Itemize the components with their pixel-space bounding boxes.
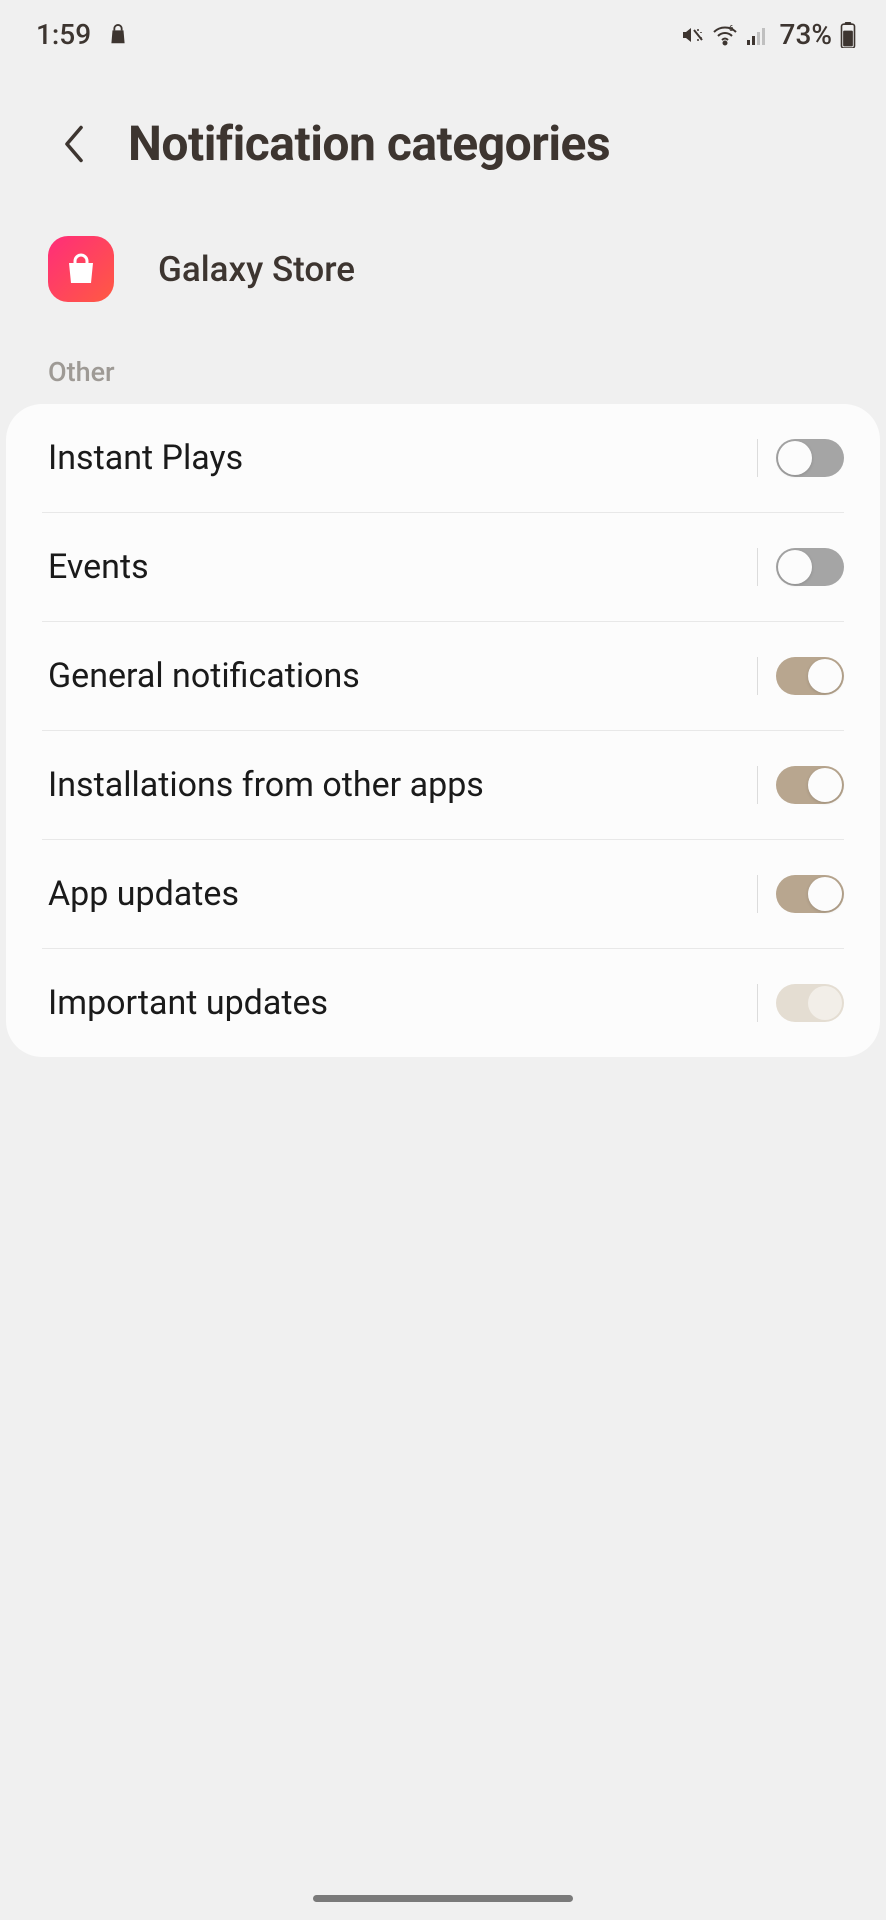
row-label: Important updates	[48, 983, 328, 1023]
svg-text:6: 6	[729, 24, 734, 33]
row-label: Events	[48, 547, 149, 587]
toggle-installations-other-apps[interactable]	[776, 766, 844, 804]
chevron-left-icon	[60, 124, 88, 164]
galaxy-store-icon	[48, 236, 114, 302]
status-bar: 1:59 6	[0, 0, 886, 65]
toggle-events[interactable]	[776, 548, 844, 586]
vertical-separator	[757, 875, 758, 913]
list-item[interactable]: General notifications	[6, 622, 880, 730]
home-indicator[interactable]	[313, 1895, 573, 1902]
bag-icon	[107, 23, 129, 47]
list-item[interactable]: Installations from other apps	[6, 731, 880, 839]
page-header: Notification categories	[0, 65, 886, 202]
battery-icon	[840, 22, 856, 48]
status-time: 1:59	[36, 18, 91, 51]
row-label: Instant Plays	[48, 438, 243, 478]
back-button[interactable]	[56, 126, 92, 162]
vertical-separator	[757, 984, 758, 1022]
toggle-general-notifications[interactable]	[776, 657, 844, 695]
vertical-separator	[757, 548, 758, 586]
page-title: Notification categories	[128, 115, 610, 172]
vertical-separator	[757, 657, 758, 695]
app-row[interactable]: Galaxy Store	[0, 202, 886, 332]
status-right: 6 73%	[680, 18, 856, 51]
row-label: General notifications	[48, 656, 360, 696]
battery-percentage: 73%	[780, 18, 832, 51]
vertical-separator	[757, 766, 758, 804]
row-label: Installations from other apps	[48, 765, 484, 805]
toggle-instant-plays[interactable]	[776, 439, 844, 477]
signal-icon	[746, 24, 768, 46]
toggle-important-updates	[776, 984, 844, 1022]
mute-vibrate-icon	[680, 23, 704, 47]
notification-list: Instant Plays Events General notificatio…	[6, 404, 880, 1057]
wifi-icon: 6	[712, 23, 738, 47]
list-item[interactable]: Events	[6, 513, 880, 621]
row-label: App updates	[48, 874, 239, 914]
app-name: Galaxy Store	[158, 249, 355, 290]
list-item[interactable]: Instant Plays	[6, 404, 880, 512]
list-item[interactable]: App updates	[6, 840, 880, 948]
vertical-separator	[757, 439, 758, 477]
status-left: 1:59	[36, 18, 129, 51]
section-label: Other	[0, 332, 886, 404]
toggle-app-updates[interactable]	[776, 875, 844, 913]
list-item[interactable]: Important updates	[6, 949, 880, 1057]
